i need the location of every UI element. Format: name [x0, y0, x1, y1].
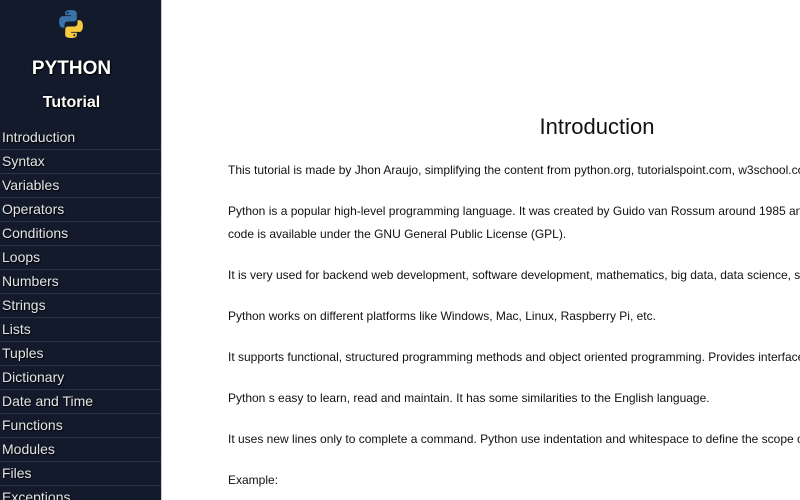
sidebar-item-date-and-time[interactable]: Date and Time — [0, 390, 161, 414]
paragraph-line: This tutorial is made by Jhon Araujo, si… — [228, 163, 800, 177]
paragraph-line: It is very used for backend web developm… — [228, 268, 800, 282]
paragraph-line: code is available under the GNU General … — [228, 227, 567, 241]
sidebar-item-lists[interactable]: Lists — [0, 318, 161, 342]
brand-subtitle: Tutorial — [42, 94, 101, 111]
sidebar-item-operators[interactable]: Operators — [0, 198, 161, 222]
paragraph-line: Python is a popular high-level programmi… — [228, 204, 800, 218]
example-label: Example: — [228, 473, 279, 487]
sidebar-item-conditions[interactable]: Conditions — [0, 222, 161, 246]
main-content: Introduction This tutorial is made by Jh… — [162, 0, 800, 500]
sidebar-item-dictionary[interactable]: Dictionary — [0, 366, 161, 390]
paragraph-line: Python s easy to learn, read and maintai… — [228, 391, 710, 405]
sidebar-item-variables[interactable]: Variables — [0, 174, 161, 198]
sidebar-item-strings[interactable]: Strings — [0, 294, 161, 318]
sidebar-item-functions[interactable]: Functions — [0, 414, 161, 438]
sidebar-item-introduction[interactable]: Introduction — [0, 126, 161, 150]
python-logo-icon — [59, 10, 83, 38]
sidebar-item-loops[interactable]: Loops — [0, 246, 161, 270]
sidebar: PYTHON Tutorial Introduction Syntax Vari… — [0, 0, 162, 500]
sidebar-item-tuples[interactable]: Tuples — [0, 342, 161, 366]
sidebar-item-syntax[interactable]: Syntax — [0, 150, 161, 174]
brand-title: PYTHON — [31, 58, 112, 79]
sidebar-item-modules[interactable]: Modules — [0, 438, 161, 462]
sidebar-item-numbers[interactable]: Numbers — [0, 270, 161, 294]
paragraph-line: It supports functional, structured progr… — [228, 350, 800, 364]
paragraph-line: Python works on different platforms like… — [228, 309, 656, 323]
page-title: Introduction — [539, 114, 655, 139]
sidebar-item-exceptions[interactable]: Exceptions — [0, 486, 161, 500]
sidebar-nav: Introduction Syntax Variables Operators … — [0, 126, 161, 500]
paragraph-line: It uses new lines only to complete a com… — [228, 432, 800, 446]
sidebar-item-files[interactable]: Files — [0, 462, 161, 486]
